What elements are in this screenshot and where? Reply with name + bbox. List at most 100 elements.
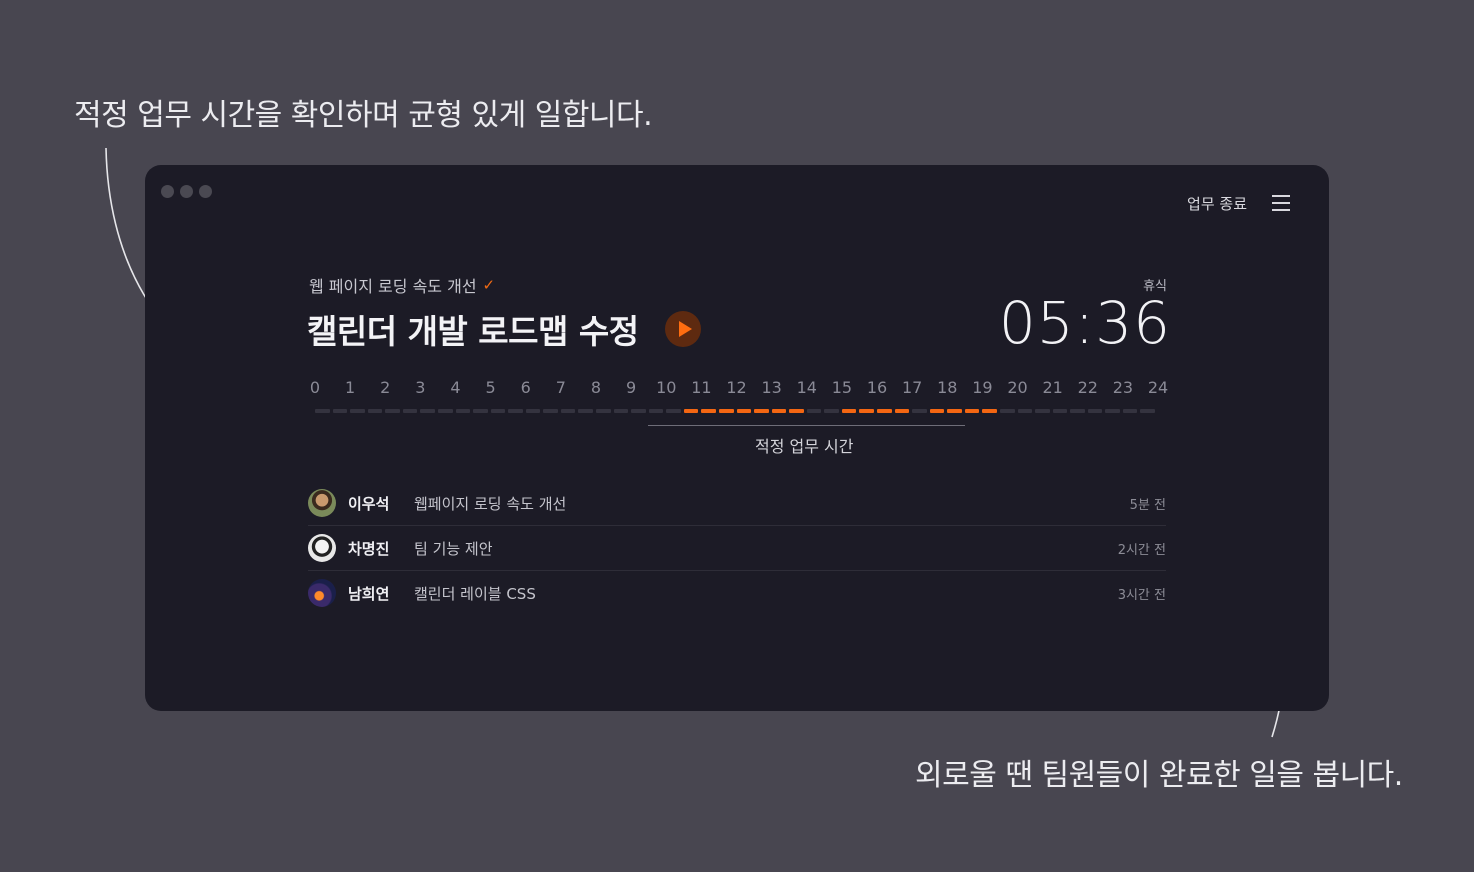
timeline-segment [1017, 409, 1033, 413]
timeline-segment-active [771, 409, 787, 413]
hour-label-4: 4 [450, 378, 461, 397]
hour-label-24: 24 [1147, 378, 1169, 397]
app-window: 업무 종료 웹 페이지 로딩 속도 개선 ✓ 캘린더 개발 로드맵 수정 휴식 … [145, 165, 1329, 711]
feed-row[interactable]: 차명진 팀 기능 제안 2시간 전 [308, 526, 1166, 571]
timeline-segment [999, 409, 1015, 413]
hour-label-1: 1 [345, 378, 356, 397]
caption-bottom: 외로울 땐 팀원들이 완료한 일을 봅니다. [915, 758, 1403, 793]
avatar [308, 489, 336, 517]
timeline-segment-active [894, 409, 910, 413]
timeline-segment-active [718, 409, 734, 413]
timeline-segment [455, 409, 471, 413]
elapsed-time: 3시간 전 [1117, 587, 1166, 603]
timeline-segment [648, 409, 664, 413]
hour-label-21: 21 [1042, 378, 1063, 397]
timeline-segment [420, 409, 435, 413]
timeline-segment [1122, 409, 1138, 413]
work-range-line [648, 425, 965, 426]
hour-label-8: 8 [590, 378, 602, 397]
completed-task: 캘린더 레이블 CSS [414, 584, 536, 603]
project-name: 웹 페이지 로딩 속도 개선 [309, 277, 477, 296]
hour-label-20: 20 [1007, 378, 1028, 397]
window-controls [161, 185, 212, 198]
timeline-segment-active [859, 409, 874, 413]
hour-label-12: 12 [726, 378, 747, 397]
caption-top: 적정 업무 시간을 확인하며 균형 있게 일합니다. [74, 98, 653, 133]
timeline-segment-active [929, 409, 945, 413]
completed-task: 웹페이지 로딩 속도 개선 [414, 494, 567, 513]
elapsed-time: 5분 전 [1129, 497, 1166, 513]
timeline-segment [666, 409, 681, 413]
hour-label-9: 9 [626, 378, 637, 397]
hour-label-14: 14 [796, 378, 817, 397]
timeline-segment [560, 409, 576, 413]
play-button[interactable] [665, 311, 701, 347]
hour-label-13: 13 [761, 378, 782, 397]
completed-task: 팀 기능 제안 [414, 539, 493, 558]
end-work-button[interactable]: 업무 종료 [1187, 193, 1247, 214]
current-task-title: 캘린더 개발 로드맵 수정 [307, 312, 639, 351]
timeline-segment [631, 409, 646, 413]
timeline-segment-active [841, 409, 857, 413]
timeline-segment-active [964, 409, 980, 413]
play-icon [678, 321, 692, 337]
member-name: 남희연 [348, 584, 390, 603]
hour-label-7: 7 [555, 378, 566, 397]
team-activity-feed: 이우석 웹페이지 로딩 속도 개선 5분 전 차명진 팀 기능 제안 2시간 전… [308, 481, 1166, 615]
timeline-segment-active [982, 409, 997, 413]
hour-label-2: 2 [380, 378, 391, 397]
hour-label-18: 18 [937, 378, 958, 397]
hour-label-0: 0 [309, 378, 321, 397]
avatar [308, 579, 336, 607]
hour-label-16: 16 [866, 378, 888, 397]
timeline-segment-active [789, 409, 804, 413]
minimize-window-dot[interactable] [180, 185, 193, 198]
timeline-segment-active [877, 409, 892, 413]
hour-label-10: 10 [656, 378, 677, 397]
timeline-segment [578, 409, 593, 413]
maximize-window-dot[interactable] [199, 185, 212, 198]
timeline-segment [367, 409, 383, 413]
member-name: 차명진 [348, 539, 390, 558]
timeline-segment [824, 409, 839, 413]
timeline-segment [1140, 409, 1155, 413]
hamburger-menu-icon[interactable] [1272, 195, 1290, 211]
timeline-segment [473, 409, 488, 413]
timeline-segment [596, 409, 611, 413]
hour-label-17: 17 [901, 378, 923, 397]
elapsed-time: 2시간 전 [1117, 542, 1166, 558]
timeline-segment [385, 409, 400, 413]
timeline-segment [437, 409, 453, 413]
timeline-segment [613, 409, 629, 413]
timeline-segment-active [754, 409, 769, 413]
hour-label-6: 6 [520, 378, 531, 397]
timeline-segment [543, 409, 558, 413]
feed-row[interactable]: 남희연 캘린더 레이블 CSS 3시간 전 [308, 571, 1166, 615]
hour-label-15: 15 [831, 378, 853, 397]
hour-label-3: 3 [415, 378, 426, 397]
timeline-segment [1070, 409, 1085, 413]
timeline-segment-active [701, 409, 716, 413]
timeline-segment-active [947, 409, 962, 413]
hour-label-11: 11 [691, 378, 712, 397]
member-name: 이우석 [348, 494, 390, 513]
timeline-segment [806, 409, 822, 413]
timeline-segment-active [736, 409, 752, 413]
close-window-dot[interactable] [161, 185, 174, 198]
hour-label-5: 5 [485, 378, 496, 397]
current-project: 웹 페이지 로딩 속도 개선 ✓ [309, 273, 495, 297]
timeline-segment [1087, 409, 1103, 413]
timeline-segment [1052, 409, 1068, 413]
work-range-label: 적정 업무 시간 [755, 437, 854, 456]
hour-label-23: 23 [1112, 378, 1134, 397]
timeline-segment [508, 409, 523, 413]
timeline-segment [525, 409, 541, 413]
timer-display: 05:36 [998, 289, 1171, 357]
feed-row[interactable]: 이우석 웹페이지 로딩 속도 개선 5분 전 [308, 481, 1166, 526]
timeline-segment [1105, 409, 1120, 413]
timeline-segment [350, 409, 365, 413]
check-icon: ✓ [482, 276, 496, 294]
timeline-segment-active [683, 409, 699, 413]
hour-label-22: 22 [1077, 378, 1098, 397]
timeline-segment [402, 409, 418, 413]
